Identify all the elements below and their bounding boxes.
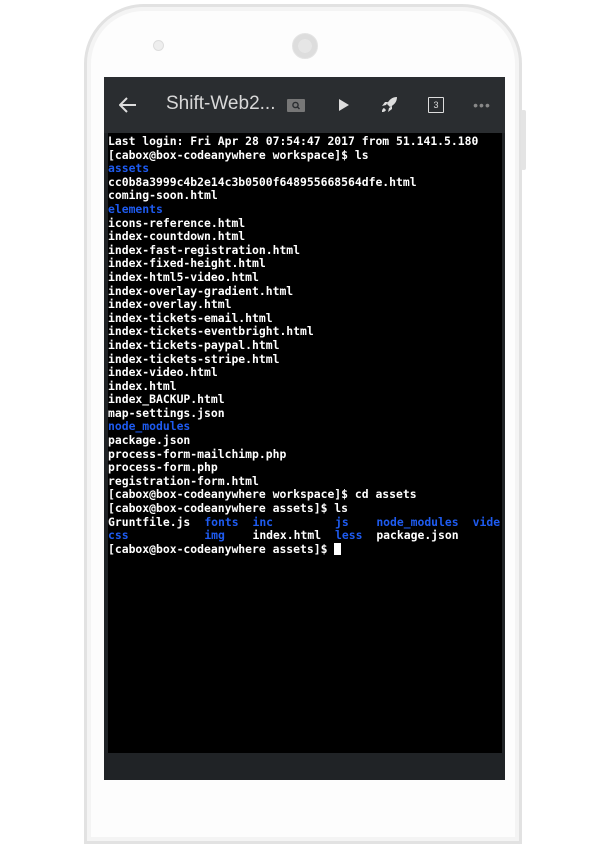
terminal-line: index-tickets-stripe.html — [108, 351, 280, 366]
ls-entry-directory: fonts — [204, 514, 239, 529]
ls-output-row: Gruntfile.js fonts inc js node_modules vide — [108, 514, 502, 530]
terminal-line: index-tickets-email.html — [108, 310, 273, 325]
terminal-line: index-fast-registration.html — [108, 242, 301, 257]
terminal-line: package.json — [108, 433, 191, 448]
ls-entry-directory: less — [335, 528, 363, 543]
terminal-line: coming-soon.html — [108, 188, 218, 203]
terminal-line: index-overlay-gradient.html — [108, 283, 294, 298]
back-arrow-icon[interactable] — [116, 77, 140, 133]
play-icon[interactable] — [334, 77, 354, 133]
ls-entry-directory: img — [204, 528, 225, 543]
terminal-line: process-form-mailchimp.php — [108, 446, 287, 461]
terminal-cursor — [334, 542, 342, 555]
app-title: Shift-Web2... — [166, 93, 276, 114]
rocket-icon[interactable] — [378, 77, 400, 133]
phone-side-button — [521, 110, 526, 170]
terminal-line: map-settings.json — [108, 405, 225, 420]
terminal-line: cc0b8a3999c4b2e14c3b0500f648955668564dfe… — [108, 174, 417, 189]
terminal-line: process-form.php — [108, 460, 218, 475]
phone-screen: Shift-Web2... 3 ••• Last login: Fri Apr … — [104, 77, 505, 780]
terminal-line-directory: elements — [108, 201, 163, 216]
terminal-prompt: [cabox@box-codeanywhere assets]$ — [108, 541, 335, 556]
terminal-line: index-fixed-height.html — [108, 256, 266, 271]
terminal-line: [cabox@box-codeanywhere workspace]$ cd a… — [108, 487, 417, 502]
app-toolbar: Shift-Web2... 3 ••• — [104, 77, 505, 133]
terminal-line-directory: assets — [108, 161, 150, 176]
terminal-line: index-countdown.html — [108, 229, 246, 244]
terminal-line: index.html — [108, 378, 177, 393]
terminal-line: [cabox@box-codeanywhere workspace]$ ls — [108, 147, 369, 162]
more-icon[interactable]: ••• — [470, 77, 494, 133]
ls-output-row: css img index.html less package.json — [108, 529, 502, 543]
ls-entry-file: index.html — [252, 528, 322, 543]
phone-camera — [153, 40, 164, 51]
terminal-line-directory: node_modules — [108, 419, 191, 434]
terminal-line: [cabox@box-codeanywhere assets]$ ls — [108, 501, 349, 516]
ls-entry-directory: css — [108, 528, 129, 543]
terminal-line: registration-form.html — [108, 473, 259, 488]
ls-entry-file: Gruntfile.js — [108, 514, 191, 529]
phone-speaker — [292, 33, 318, 59]
terminal-prompt-line[interactable]: [cabox@box-codeanywhere assets]$ — [108, 541, 502, 557]
terminal-output[interactable]: Last login: Fri Apr 28 07:54:47 2017 fro… — [108, 133, 502, 753]
terminal-line: index-tickets-paypal.html — [108, 337, 280, 352]
terminal-line: index-overlay.html — [108, 297, 232, 312]
terminal-line: index_BACKUP.html — [108, 392, 225, 407]
tabs-count: 3 — [428, 97, 444, 113]
ls-entry-file: package.json — [376, 528, 459, 543]
terminal-line: index-video.html — [108, 365, 218, 380]
ls-entry-directory: vide — [472, 514, 501, 529]
ls-entry-directory: js — [335, 514, 349, 529]
tabs-icon[interactable]: 3 — [425, 77, 447, 133]
terminal-line: index-html5-video.html — [108, 269, 259, 284]
ls-entry-directory: inc — [252, 514, 274, 529]
search-icon[interactable] — [286, 77, 306, 133]
terminal-line: Last login: Fri Apr 28 07:54:47 2017 fro… — [108, 134, 479, 148]
terminal-line: icons-reference.html — [108, 215, 246, 230]
ls-entry-directory: node_modules — [376, 514, 459, 529]
terminal-line: index-tickets-eventbright.html — [108, 324, 314, 339]
